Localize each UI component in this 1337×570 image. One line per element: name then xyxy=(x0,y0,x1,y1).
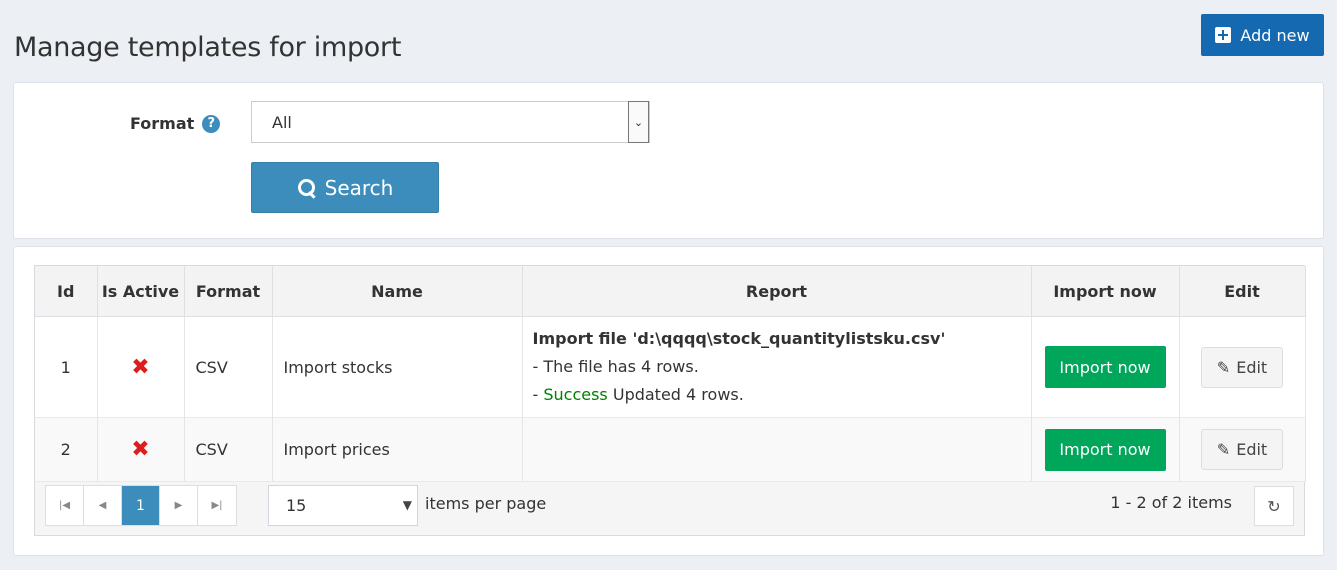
add-new-label: Add new xyxy=(1240,25,1310,45)
edit-label: Edit xyxy=(1236,357,1268,377)
col-header-format[interactable]: Format xyxy=(184,266,273,317)
search-label: Search xyxy=(324,175,394,200)
cell-is-active: ✖ xyxy=(97,316,185,418)
cell-id: 1 xyxy=(35,316,98,418)
page-button-current[interactable]: 1 xyxy=(122,486,160,525)
table-row: 1 ✖ CSV Import stocks Import file 'd:\qq… xyxy=(35,316,1306,418)
items-count: 1 - 2 of 2 items xyxy=(1110,493,1232,512)
inactive-x-icon: ✖ xyxy=(131,354,150,380)
import-now-button[interactable]: Import now xyxy=(1044,346,1166,388)
cell-edit: ✎ Edit xyxy=(1179,316,1306,418)
items-per-page-label: items per page xyxy=(425,494,547,513)
templates-grid: Id Is Active Format Name Report Import n… xyxy=(34,265,1306,536)
cell-import: Import now xyxy=(1031,316,1180,418)
report-line: - Success Updated 4 rows. xyxy=(533,381,1030,409)
next-page-icon[interactable]: ▶ xyxy=(160,486,198,525)
cell-import: Import now xyxy=(1031,417,1180,482)
table-row: 2 ✖ CSV Import prices Import now ✎ Edit xyxy=(35,417,1306,482)
inactive-x-icon: ✖ xyxy=(131,437,150,462)
cell-format: CSV xyxy=(184,417,273,482)
cell-report xyxy=(522,417,1032,482)
edit-label: Edit xyxy=(1236,440,1268,459)
cell-edit: ✎ Edit xyxy=(1179,417,1306,482)
add-new-button[interactable]: Add new xyxy=(1201,14,1324,56)
cell-is-active: ✖ xyxy=(97,417,185,482)
cell-report: Import file 'd:\qqqq\stock_quantitylists… xyxy=(522,316,1032,418)
format-select[interactable]: All ⌄ xyxy=(251,101,650,143)
cell-id: 2 xyxy=(35,417,98,482)
cell-name: Import prices xyxy=(272,417,523,482)
help-icon[interactable]: ? xyxy=(202,114,221,133)
caret-down-icon: ▼ xyxy=(402,498,412,512)
edit-button[interactable]: ✎ Edit xyxy=(1201,429,1283,470)
cell-name: Import stocks xyxy=(272,316,523,418)
report-line: - The file has 4 rows. xyxy=(532,357,699,376)
pencil-icon: ✎ xyxy=(1216,440,1231,459)
chevron-down-icon[interactable]: ⌄ xyxy=(628,101,649,143)
report-title: Import file 'd:\qqqq\stock_quantitylists… xyxy=(532,329,946,348)
plus-square-icon xyxy=(1215,27,1232,43)
format-label-group: Format ? xyxy=(130,114,221,133)
cell-format: CSV xyxy=(184,316,273,418)
report-success-status: Success xyxy=(543,385,608,404)
table-header-row: Id Is Active Format Name Report Import n… xyxy=(35,266,1306,317)
pager: |◀ ◀ 1 ▶ ▶| xyxy=(45,485,237,526)
report-rest: Updated 4 rows. xyxy=(607,385,744,404)
col-header-id[interactable]: Id xyxy=(35,266,98,317)
templates-grid-panel: Id Is Active Format Name Report Import n… xyxy=(13,246,1324,556)
page-size-select[interactable]: 15 ▼ xyxy=(268,485,418,526)
format-select-value: All xyxy=(272,112,292,132)
import-now-button[interactable]: Import now xyxy=(1044,428,1166,471)
col-header-report[interactable]: Report xyxy=(522,266,1032,317)
templates-table: Id Is Active Format Name Report Import n… xyxy=(35,266,1306,482)
col-header-is-active[interactable]: Is Active xyxy=(97,266,185,317)
search-panel: Format ? All ⌄ Search xyxy=(13,82,1324,239)
col-header-name[interactable]: Name xyxy=(272,266,523,317)
page-size-value: 15 xyxy=(286,496,307,515)
edit-button[interactable]: ✎ Edit xyxy=(1201,346,1283,388)
first-page-icon[interactable]: |◀ xyxy=(46,486,84,525)
prev-page-icon[interactable]: ◀ xyxy=(84,486,122,525)
refresh-icon[interactable]: ↻ xyxy=(1254,486,1294,526)
pencil-icon: ✎ xyxy=(1216,357,1231,377)
last-page-icon[interactable]: ▶| xyxy=(198,486,236,525)
search-icon xyxy=(297,178,317,198)
search-button[interactable]: Search xyxy=(251,162,439,213)
report-prefix: - xyxy=(532,385,544,404)
col-header-import-now: Import now xyxy=(1031,266,1180,317)
col-header-edit: Edit xyxy=(1179,266,1306,317)
page-title: Manage templates for import xyxy=(14,32,402,64)
format-label: Format xyxy=(130,114,195,133)
